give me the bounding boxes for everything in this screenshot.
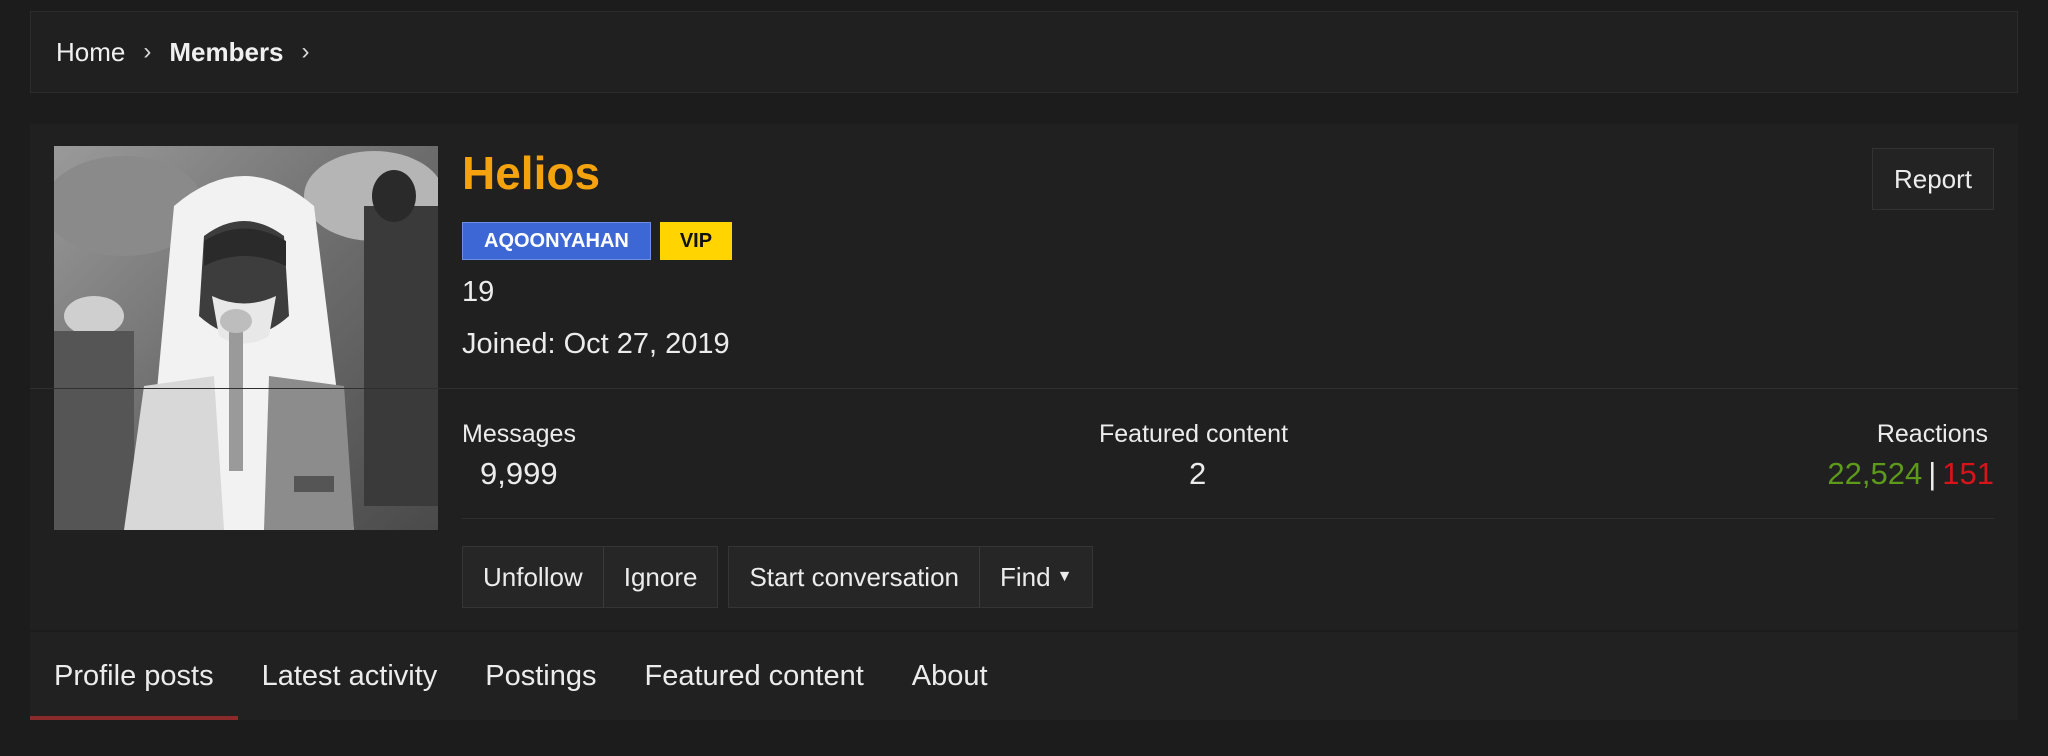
featured-content-value[interactable]: 2 <box>1189 456 1206 492</box>
user-title: 19 <box>462 276 495 308</box>
follow-ignore-group: Unfollow Ignore <box>462 546 719 608</box>
chevron-right-icon: › <box>143 38 152 65</box>
reactions-positive: 22,524 <box>1827 456 1923 491</box>
messages-value[interactable]: 9,999 <box>480 456 558 492</box>
joined-date: Joined: Oct 27, 2019 <box>462 328 730 360</box>
user-banner-vip: VIP <box>659 222 733 260</box>
reactions-negative: 151 <box>1942 456 1994 491</box>
tab-postings[interactable]: Postings <box>461 632 620 720</box>
conversation-find-group: Start conversation Find ▼ <box>728 546 1094 608</box>
user-banners: AQOONYAHAN VIP <box>462 222 733 260</box>
breadcrumb-home[interactable]: Home <box>56 37 125 68</box>
member-header: Helios AQOONYAHAN VIP 19 Joined: Oct 27,… <box>30 124 2018 630</box>
tab-about[interactable]: About <box>888 632 1012 720</box>
reactions-separator: | <box>1928 456 1937 491</box>
messages-label: Messages <box>462 420 576 448</box>
report-button[interactable]: Report <box>1872 148 1994 210</box>
tab-featured-content[interactable]: Featured content <box>621 632 888 720</box>
tab-latest-activity[interactable]: Latest activity <box>238 632 462 720</box>
user-banner-aqoonyahan: AQOONYAHAN <box>462 222 651 260</box>
avatar[interactable] <box>54 146 438 530</box>
member-actions: Unfollow Ignore Start conversation Find … <box>462 546 1094 608</box>
ignore-button[interactable]: Ignore <box>602 547 718 607</box>
featured-content-label: Featured content <box>1099 420 1289 448</box>
find-dropdown-button[interactable]: Find ▼ <box>979 547 1093 607</box>
find-label: Find <box>1000 561 1051 592</box>
avatar-photo <box>54 146 438 530</box>
caret-down-icon: ▼ <box>1056 568 1073 585</box>
reactions-label: Reactions <box>1876 420 1988 448</box>
reactions-value[interactable]: 22,524 | 151 <box>1827 456 1994 492</box>
chevron-right-icon: › <box>301 38 310 65</box>
profile-tabs: Profile posts Latest activity Postings F… <box>30 632 2018 720</box>
unfollow-button[interactable]: Unfollow <box>463 547 603 607</box>
divider <box>462 518 1994 519</box>
username[interactable]: Helios <box>462 146 600 200</box>
tab-profile-posts[interactable]: Profile posts <box>30 632 238 720</box>
breadcrumb-members[interactable]: Members <box>169 37 283 68</box>
breadcrumb: Home › Members › <box>30 11 2018 93</box>
start-conversation-button[interactable]: Start conversation <box>729 547 980 607</box>
divider <box>30 388 2018 389</box>
